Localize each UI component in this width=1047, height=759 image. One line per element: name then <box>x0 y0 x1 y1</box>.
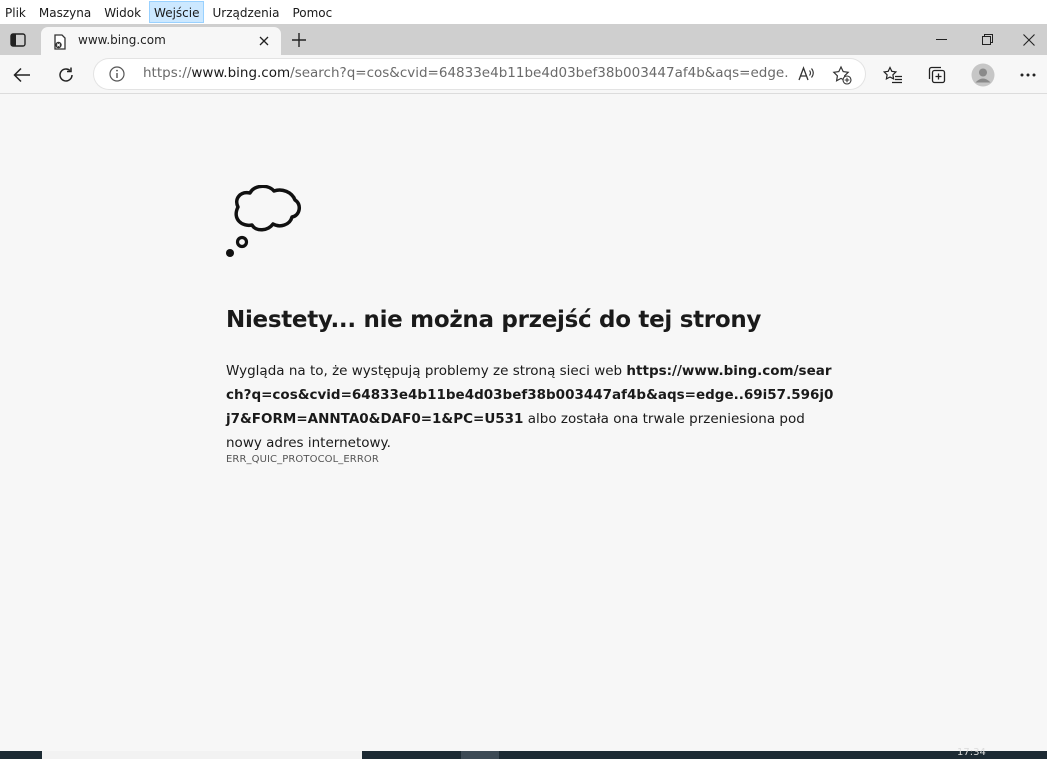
error-code: ERR_QUIC_PROTOCOL_ERROR <box>226 454 379 465</box>
minimize-icon <box>935 39 947 40</box>
taskbar-search[interactable] <box>42 751 362 759</box>
error-page-icon <box>54 34 66 50</box>
close-window-button[interactable] <box>1010 24 1047 55</box>
back-arrow-icon <box>13 67 30 83</box>
error-body-prefix: Wygląda na to, że występują problemy ze … <box>226 363 627 379</box>
address-bar[interactable]: https://www.bing.com/search?q=cos&cvid=6… <box>94 59 865 89</box>
close-window-icon <box>1022 33 1035 46</box>
read-aloud-button[interactable] <box>797 65 815 83</box>
back-button[interactable] <box>7 61 37 89</box>
more-icon <box>1020 73 1036 77</box>
url-host: www.bing.com <box>191 65 291 81</box>
info-icon[interactable] <box>109 66 125 82</box>
menu-wejscie[interactable]: Wejście <box>149 1 205 23</box>
read-aloud-icon <box>798 66 814 81</box>
refresh-icon <box>59 67 73 82</box>
menu-widok[interactable]: Widok <box>99 1 146 23</box>
tab-strip: www.bing.com <box>0 24 1047 55</box>
restore-button[interactable] <box>964 24 1010 55</box>
url-scheme: https:// <box>143 65 192 81</box>
url-text: https://www.bing.com/search?q=cos&cvid=6… <box>143 65 788 81</box>
restore-icon <box>981 34 993 45</box>
close-tab-button[interactable] <box>256 33 272 49</box>
tab-actions-icon <box>10 33 26 47</box>
add-favorite-button[interactable] <box>832 65 852 85</box>
more-button[interactable] <box>1013 61 1043 89</box>
error-page: Niestety... nie można przejść do tej str… <box>0 95 1047 751</box>
taskbar: 17:34 <box>0 747 1047 759</box>
add-favorite-icon <box>832 65 852 85</box>
menu-urzadzenia[interactable]: Urządzenia <box>207 1 284 23</box>
thought-cloud-icon <box>226 185 301 257</box>
menu-pomoc[interactable]: Pomoc <box>287 1 337 23</box>
browser-toolbar: https://www.bing.com/search?q=cos&cvid=6… <box>0 55 1047 94</box>
vm-menubar: Plik Maszyna Widok Wejście Urządzenia Po… <box>0 0 1047 24</box>
collections-icon <box>928 66 946 84</box>
profile-button[interactable] <box>968 61 998 89</box>
minimize-button[interactable] <box>918 24 964 55</box>
url-path: /search?q=cos&cvid=64833e4b11be4d03bef38… <box>290 65 788 81</box>
refresh-button[interactable] <box>51 61 81 89</box>
menu-plik[interactable]: Plik <box>0 1 31 23</box>
profile-icon <box>971 63 995 87</box>
favorites-icon <box>883 66 902 84</box>
new-tab-button[interactable] <box>288 29 310 51</box>
error-description: Wygląda na to, że występują problemy ze … <box>226 359 836 455</box>
tab-actions-button[interactable] <box>6 29 30 51</box>
menu-maszyna[interactable]: Maszyna <box>34 1 96 23</box>
error-title: Niestety... nie można przejść do tej str… <box>226 307 762 333</box>
collections-button[interactable] <box>922 61 952 89</box>
close-icon <box>259 36 269 46</box>
tab-title: www.bing.com <box>78 33 166 47</box>
taskbar-active-app[interactable] <box>461 751 499 759</box>
plus-icon <box>292 33 306 47</box>
favorites-button[interactable] <box>878 61 908 89</box>
taskbar-clock: 17:34 <box>957 747 986 758</box>
tab-bing[interactable]: www.bing.com <box>41 27 281 55</box>
